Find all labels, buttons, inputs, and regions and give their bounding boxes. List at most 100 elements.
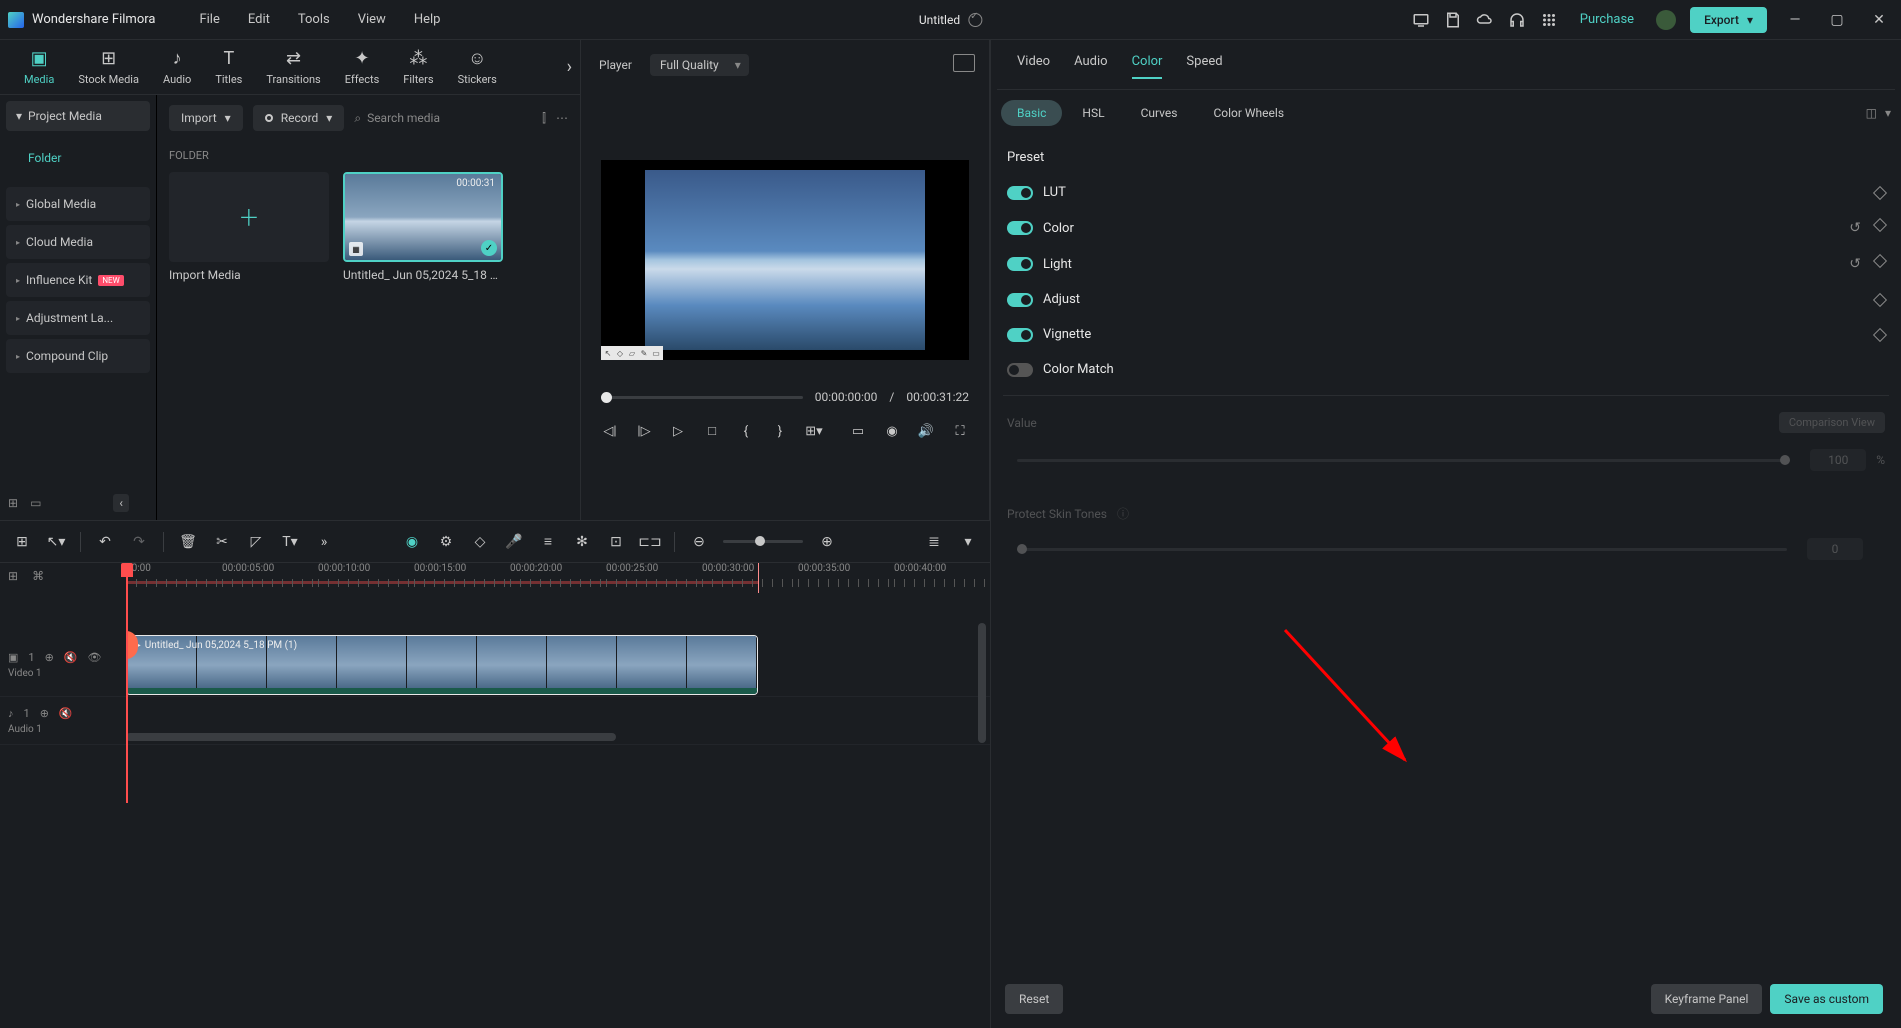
menu-edit[interactable]: Edit — [234, 6, 284, 33]
purchase-link[interactable]: Purchase — [1572, 8, 1642, 31]
zoom-slider[interactable] — [723, 540, 803, 543]
save-icon[interactable] — [1444, 11, 1462, 29]
inspector-tab-audio[interactable]: Audio — [1074, 54, 1107, 79]
zoom-in-icon[interactable]: ⊕ — [817, 532, 837, 552]
quality-select[interactable]: Full Quality — [650, 54, 749, 76]
color-toggle[interactable] — [1007, 221, 1033, 235]
speed-tool-icon[interactable]: ⚙ — [436, 532, 456, 552]
tabs-more-icon[interactable]: › — [567, 57, 572, 78]
more-tools-icon[interactable]: » — [314, 532, 334, 552]
color-tool-icon[interactable]: ◉ — [402, 532, 422, 552]
export-button[interactable]: Export ▾ — [1690, 7, 1767, 33]
user-avatar[interactable] — [1656, 10, 1676, 30]
cloud-icon[interactable] — [1476, 11, 1494, 29]
tab-stickers[interactable]: ☺Stickers — [446, 44, 509, 90]
track-view-icon[interactable]: ≣ — [924, 532, 944, 552]
more-icon[interactable]: ⋯ — [556, 111, 568, 125]
camera-icon[interactable]: ◉ — [883, 422, 901, 440]
keyframe-diamond-icon[interactable] — [1873, 218, 1887, 232]
mark-out-icon[interactable]: } — [771, 422, 789, 440]
new-bin-icon[interactable]: ⊞ — [8, 496, 18, 510]
new-folder-icon[interactable]: ▭ — [30, 496, 41, 510]
play-icon[interactable]: ▷ — [669, 422, 687, 440]
media-clip-card[interactable]: 00:00:31 ▦ ✓ Untitled_ Jun 05,2024 5_18 … — [343, 172, 503, 282]
prev-frame-icon[interactable]: ◁| — [601, 422, 619, 440]
keyframe-diamond-icon[interactable] — [1873, 254, 1887, 268]
stop-icon[interactable]: □ — [703, 422, 721, 440]
audio-tool-icon[interactable]: ≡ — [538, 532, 558, 552]
crop-menu-icon[interactable]: ⊞▾ — [805, 422, 823, 440]
mic-tool-icon[interactable]: 🎤 — [504, 532, 524, 552]
sidebar-influence-kit[interactable]: ▸Influence KitNEW — [6, 263, 150, 297]
add-track-icon[interactable]: ⊕ — [45, 651, 54, 664]
row-light[interactable]: Light ↺ — [997, 246, 1895, 282]
player-overlay-tools[interactable]: ↖◇▱✎▭ — [601, 346, 663, 360]
keyframe-diamond-icon[interactable] — [1873, 292, 1887, 306]
reset-icon[interactable]: ↺ — [1849, 256, 1861, 272]
volume-icon[interactable]: 🔊 — [917, 422, 935, 440]
row-color[interactable]: Color ↺ — [997, 210, 1895, 246]
video-track[interactable]: ▣ 1 ⊕ 🔇 👁 Video 1 ▶Untitled_ Jun 05,2024… — [0, 633, 990, 697]
sidebar-adjustment-layer[interactable]: ▸Adjustment La... — [6, 301, 150, 335]
sidebar-compound-clip[interactable]: ▸Compound Clip — [6, 339, 150, 373]
tab-audio[interactable]: ♪Audio — [151, 44, 203, 90]
group-tool-icon[interactable]: ⊡ — [606, 532, 626, 552]
menu-view[interactable]: View — [344, 6, 400, 33]
step-back-icon[interactable]: |▷ — [635, 422, 653, 440]
grid-tool-icon[interactable]: ⊞ — [12, 532, 32, 552]
menu-tools[interactable]: Tools — [284, 6, 344, 33]
tab-stock-media[interactable]: ⊞Stock Media — [66, 44, 151, 90]
window-close[interactable]: ✕ — [1865, 12, 1893, 28]
pointer-tool-icon[interactable]: ↖▾ — [46, 532, 66, 552]
sidebar-project-media[interactable]: ▾ Project Media — [6, 101, 150, 131]
track-menu-icon[interactable]: ▾ — [958, 532, 978, 552]
save-as-custom-button[interactable]: Save as custom — [1770, 984, 1883, 1014]
sidebar-cloud-media[interactable]: ▸Cloud Media — [6, 225, 150, 259]
value-slider[interactable] — [1017, 459, 1790, 462]
inspector-tab-speed[interactable]: Speed — [1186, 54, 1222, 79]
mute-track-icon[interactable]: 🔇 — [64, 651, 78, 664]
color-match-toggle[interactable] — [1007, 363, 1033, 377]
subtab-curves[interactable]: Curves — [1125, 100, 1194, 126]
playhead[interactable] — [126, 563, 128, 803]
apps-icon[interactable] — [1540, 11, 1558, 29]
row-vignette[interactable]: Vignette — [997, 317, 1895, 352]
comparison-view-button[interactable]: Comparison View — [1779, 412, 1885, 433]
tab-titles[interactable]: TTitles — [203, 44, 254, 90]
reset-button[interactable]: Reset — [1005, 984, 1063, 1014]
redo-icon[interactable]: ↷ — [129, 532, 149, 552]
marker-tool-icon[interactable]: ◇ — [470, 532, 490, 552]
light-toggle[interactable] — [1007, 257, 1033, 271]
delete-icon[interactable]: 🗑 — [178, 532, 198, 552]
subtab-basic[interactable]: Basic — [1001, 100, 1062, 126]
subtab-hsl[interactable]: HSL — [1066, 100, 1120, 126]
crop-tool-icon[interactable]: ◸ — [246, 532, 266, 552]
tab-effects[interactable]: ✦Effects — [333, 44, 392, 90]
timeline-ruler[interactable]: ⊞ ⌘ 00:00 00:00:05:00 00:00:10:00 00:00:… — [0, 563, 990, 593]
horizontal-scrollbar[interactable] — [126, 733, 616, 741]
tab-transitions[interactable]: ⇄Transitions — [254, 44, 332, 90]
compare-view-icon[interactable]: ◫ — [1866, 106, 1877, 120]
snapshot-icon[interactable] — [953, 54, 975, 72]
video-clip[interactable]: ▶Untitled_ Jun 05,2024 5_18 PM (1) — [126, 635, 758, 695]
undo-icon[interactable]: ↶ — [95, 532, 115, 552]
tab-media[interactable]: ▣Media — [12, 44, 66, 90]
window-minimize[interactable]: — — [1781, 12, 1809, 28]
keyframe-diamond-icon[interactable] — [1873, 185, 1887, 199]
protect-input[interactable]: 0 — [1807, 538, 1863, 560]
add-track-icon[interactable]: ⊕ — [40, 707, 49, 720]
text-tool-icon[interactable]: T▾ — [280, 532, 300, 552]
filter-icon[interactable]: ⫿ — [542, 111, 546, 126]
cut-icon[interactable]: ✂ — [212, 532, 232, 552]
info-icon[interactable]: ⓘ — [1117, 505, 1129, 522]
row-lut[interactable]: LUT — [997, 175, 1895, 210]
vignette-toggle[interactable] — [1007, 328, 1033, 342]
player-viewport[interactable]: ↖◇▱✎▭ — [601, 160, 969, 360]
adjust-toggle[interactable] — [1007, 293, 1033, 307]
keyframe-panel-button[interactable]: Keyframe Panel — [1651, 984, 1763, 1014]
timeline-settings-icon[interactable]: ⊞ — [8, 569, 18, 583]
visibility-icon[interactable]: 👁 — [88, 651, 102, 664]
vertical-scrollbar[interactable] — [978, 623, 986, 743]
keyframe-diamond-icon[interactable] — [1873, 327, 1887, 341]
tab-filters[interactable]: ⁂Filters — [391, 44, 445, 90]
